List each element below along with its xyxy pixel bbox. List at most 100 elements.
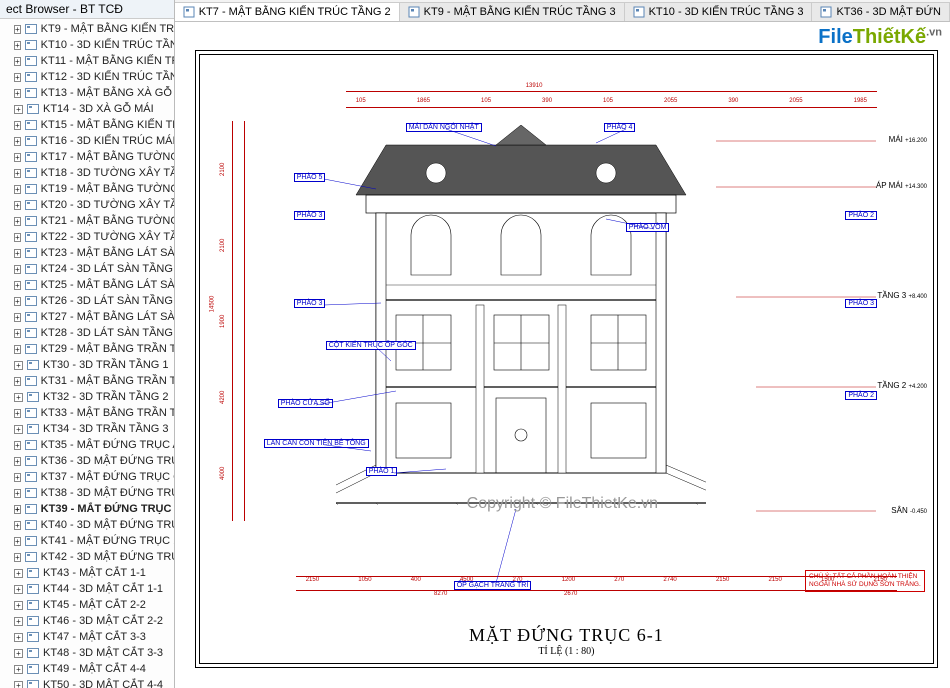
expand-icon[interactable]: + xyxy=(14,297,21,306)
expand-icon[interactable]: + xyxy=(14,89,21,98)
tree-item[interactable]: +KT30 - 3D TRẦN TẦNG 1 xyxy=(0,357,174,373)
expand-icon[interactable]: + xyxy=(14,425,23,434)
sheet-tree[interactable]: +KT9 - MẬT BẰNG KIẾN TRÚC TẦNG 3+KT10 - … xyxy=(0,19,174,688)
tree-item[interactable]: +KT43 - MẬT CẮT 1-1 xyxy=(0,565,174,581)
expand-icon[interactable]: + xyxy=(14,345,21,354)
view-tabs[interactable]: KT7 - MẬT BẰNG KIẾN TRÚC TẦNG 2KT9 - MẬT… xyxy=(175,0,950,22)
tree-item[interactable]: + KT28 - 3D LÁT SÀN TẦNG 3 xyxy=(0,325,174,341)
expand-icon[interactable]: + xyxy=(14,233,21,242)
expand-icon[interactable]: + xyxy=(14,329,21,338)
expand-icon[interactable]: + xyxy=(14,473,21,482)
expand-icon[interactable]: + xyxy=(14,665,23,674)
expand-icon[interactable]: + xyxy=(14,217,21,226)
expand-icon[interactable]: + xyxy=(14,409,21,418)
expand-icon[interactable]: + xyxy=(14,153,21,162)
expand-icon[interactable]: + xyxy=(14,41,21,50)
expand-icon[interactable]: + xyxy=(14,521,21,530)
tree-item[interactable]: +KT46 - 3D MẬT CẮT 2-2 xyxy=(0,613,174,629)
tree-item[interactable]: +KT12 - 3D KIẾN TRÚC TẦNG ÁP MÁI xyxy=(0,69,174,85)
tree-item[interactable]: +KT37 - MẬT ĐỨNG TRỤC C - A xyxy=(0,469,174,485)
callout-opgach: ỐP GẠCH TRANG TRÍ xyxy=(454,581,532,590)
tree-item[interactable]: +KT41 - MẬT ĐỨNG TRỤC 1-6 xyxy=(0,533,174,549)
tree-item[interactable]: +KT22 - 3D TƯỜNG XÂY TẦNG 3 xyxy=(0,229,174,245)
tree-item[interactable]: +KT42 - 3D MẬT ĐỨNG TRỤC 1-6 xyxy=(0,549,174,565)
tree-item[interactable]: +KT32 - 3D TRẦN TẦNG 2 xyxy=(0,389,174,405)
expand-icon[interactable]: + xyxy=(14,121,21,130)
tree-item[interactable]: +KT38 - 3D MẬT ĐỨNG TRỤC C - A xyxy=(0,485,174,501)
tree-item-label: KT23 - MẬT BẰNG LÁT SÀN TẦNG 1 xyxy=(41,245,174,261)
tree-item[interactable]: +KT29 - MẬT BẰNG TRẦN TẦNG 1 xyxy=(0,341,174,357)
view-tab[interactable]: KT9 - MẬT BẰNG KIẾN TRÚC TẦNG 3 xyxy=(400,2,625,21)
tree-item[interactable]: +KT14 - 3D XÀ GỖ MÁI xyxy=(0,101,174,117)
tree-item[interactable]: +KT33 - MẬT BẰNG TRẦN TẦNG 3 xyxy=(0,405,174,421)
sheet-icon xyxy=(25,232,37,242)
tree-item[interactable]: +KT36 - 3D MẬT ĐỨNG TRỤC A - C xyxy=(0,453,174,469)
tree-item[interactable]: +KT27 - MẬT BẰNG LÁT SÀN TẦNG 3 xyxy=(0,309,174,325)
expand-icon[interactable]: + xyxy=(14,185,21,194)
tree-item[interactable]: +KT18 - 3D TƯỜNG XÂY TẦNG 1 xyxy=(0,165,174,181)
tree-item[interactable]: +KT19 - MẬT BẰNG TƯỜNG XÂY TẦNG xyxy=(0,181,174,197)
expand-icon[interactable]: + xyxy=(14,505,21,514)
tree-item[interactable]: +KT13 - MẬT BẰNG XÀ GỖ MÁI xyxy=(0,85,174,101)
expand-icon[interactable]: + xyxy=(14,169,21,178)
tree-item-label: KT25 - MẬT BẰNG LÁT SÀN TẦNG 2 xyxy=(41,277,174,293)
expand-icon[interactable]: + xyxy=(14,73,21,82)
tree-item[interactable]: +KT21 - MẬT BẰNG TƯỜNG XÂY TẦNG xyxy=(0,213,174,229)
level-mai: MÁI +16.200 xyxy=(889,135,927,144)
expand-icon[interactable]: + xyxy=(14,249,21,258)
expand-icon[interactable]: + xyxy=(14,537,21,546)
tree-item[interactable]: +KT34 - 3D TRẦN TẦNG 3 xyxy=(0,421,174,437)
tree-item[interactable]: + KT47 - MẬT CẮT 3-3 xyxy=(0,629,174,645)
expand-icon[interactable]: + xyxy=(14,265,21,274)
expand-icon[interactable]: + xyxy=(14,25,21,34)
tree-item[interactable]: +KT48 - 3D MẬT CẮT 3-3 xyxy=(0,645,174,661)
tree-item[interactable]: +KT40 - 3D MẬT ĐỨNG TRỤC 6-1 xyxy=(0,517,174,533)
tree-item-label: KT28 - 3D LÁT SÀN TẦNG 3 xyxy=(41,325,174,341)
expand-icon[interactable]: + xyxy=(14,681,23,688)
tree-item[interactable]: +KT15 - MẬT BẰNG KIẾN TRÚC MÁI xyxy=(0,117,174,133)
tree-item-label: KT47 - MẬT CẮT 3-3 xyxy=(43,629,146,645)
expand-icon[interactable]: + xyxy=(14,585,23,594)
drawing-canvas[interactable]: FileThiếtKế.vn xyxy=(175,22,950,688)
tree-item[interactable]: +KT17 - MẬT BẰNG TƯỜNG XÂY TẦNG xyxy=(0,149,174,165)
expand-icon[interactable]: + xyxy=(14,361,23,370)
tree-item[interactable]: +KT49 - MẬT CẮT 4-4 xyxy=(0,661,174,677)
expand-icon[interactable]: + xyxy=(14,137,21,146)
expand-icon[interactable]: + xyxy=(14,57,21,66)
expand-icon[interactable]: + xyxy=(14,313,21,322)
tree-item[interactable]: +KT11 - MẬT BẰNG KIẾN TRÚC TẦNG ÁP xyxy=(0,53,174,69)
expand-icon[interactable]: + xyxy=(14,569,23,578)
expand-icon[interactable]: + xyxy=(14,601,23,610)
expand-icon[interactable]: + xyxy=(14,457,21,466)
view-tab[interactable]: KT36 - 3D MẬT ĐỨN xyxy=(812,2,950,21)
tree-item[interactable]: +KT10 - 3D KIẾN TRÚC TẦNG 3 xyxy=(0,37,174,53)
expand-icon[interactable]: + xyxy=(14,441,21,450)
expand-icon[interactable]: + xyxy=(14,633,23,642)
dimension-value: 4200 xyxy=(220,390,226,404)
expand-icon[interactable]: + xyxy=(14,553,21,562)
expand-icon[interactable]: + xyxy=(14,377,21,386)
tree-item[interactable]: + KT25 - MẬT BẰNG LÁT SÀN TẦNG 2 xyxy=(0,277,174,293)
expand-icon[interactable]: + xyxy=(14,617,23,626)
view-tab[interactable]: KT7 - MẬT BẰNG KIẾN TRÚC TẦNG 2 xyxy=(175,2,400,21)
tree-item[interactable]: +KT9 - MẬT BẰNG KIẾN TRÚC TẦNG 3 xyxy=(0,21,174,37)
dimension-value: 1900 xyxy=(220,314,226,328)
tree-item[interactable]: +KT31 - MẬT BẰNG TRẦN TẦNG 2 xyxy=(0,373,174,389)
tree-item[interactable]: +KT26 - 3D LÁT SÀN TẦNG 2 xyxy=(0,293,174,309)
tree-item[interactable]: +KT39 - MẮT ĐỨNG TRỤC 6-1 xyxy=(0,501,174,517)
view-tab[interactable]: KT10 - 3D KIẾN TRÚC TẦNG 3 xyxy=(625,2,813,21)
tree-item[interactable]: +KT16 - 3D KIẾN TRÚC MÁI xyxy=(0,133,174,149)
tree-item[interactable]: +KT50 - 3D MẬT CẮT 4-4 xyxy=(0,677,174,688)
expand-icon[interactable]: + xyxy=(14,201,21,210)
expand-icon[interactable]: + xyxy=(14,281,21,290)
tree-item[interactable]: +KT24 - 3D LÁT SÀN TẦNG 1 xyxy=(0,261,174,277)
expand-icon[interactable]: + xyxy=(14,393,23,402)
tree-item[interactable]: + KT23 - MẬT BẰNG LÁT SÀN TẦNG 1 xyxy=(0,245,174,261)
expand-icon[interactable]: + xyxy=(14,489,21,498)
tree-item[interactable]: +KT44 - 3D MẬT CẮT 1-1 xyxy=(0,581,174,597)
expand-icon[interactable]: + xyxy=(14,105,23,114)
tree-item[interactable]: +KT35 - MẬT ĐỨNG TRỤC A - C xyxy=(0,437,174,453)
tree-item[interactable]: +KT20 - 3D TƯỜNG XÂY TẦNG 2 xyxy=(0,197,174,213)
expand-icon[interactable]: + xyxy=(14,649,23,658)
tree-item[interactable]: +KT45 - MẬT CẮT 2-2 xyxy=(0,597,174,613)
